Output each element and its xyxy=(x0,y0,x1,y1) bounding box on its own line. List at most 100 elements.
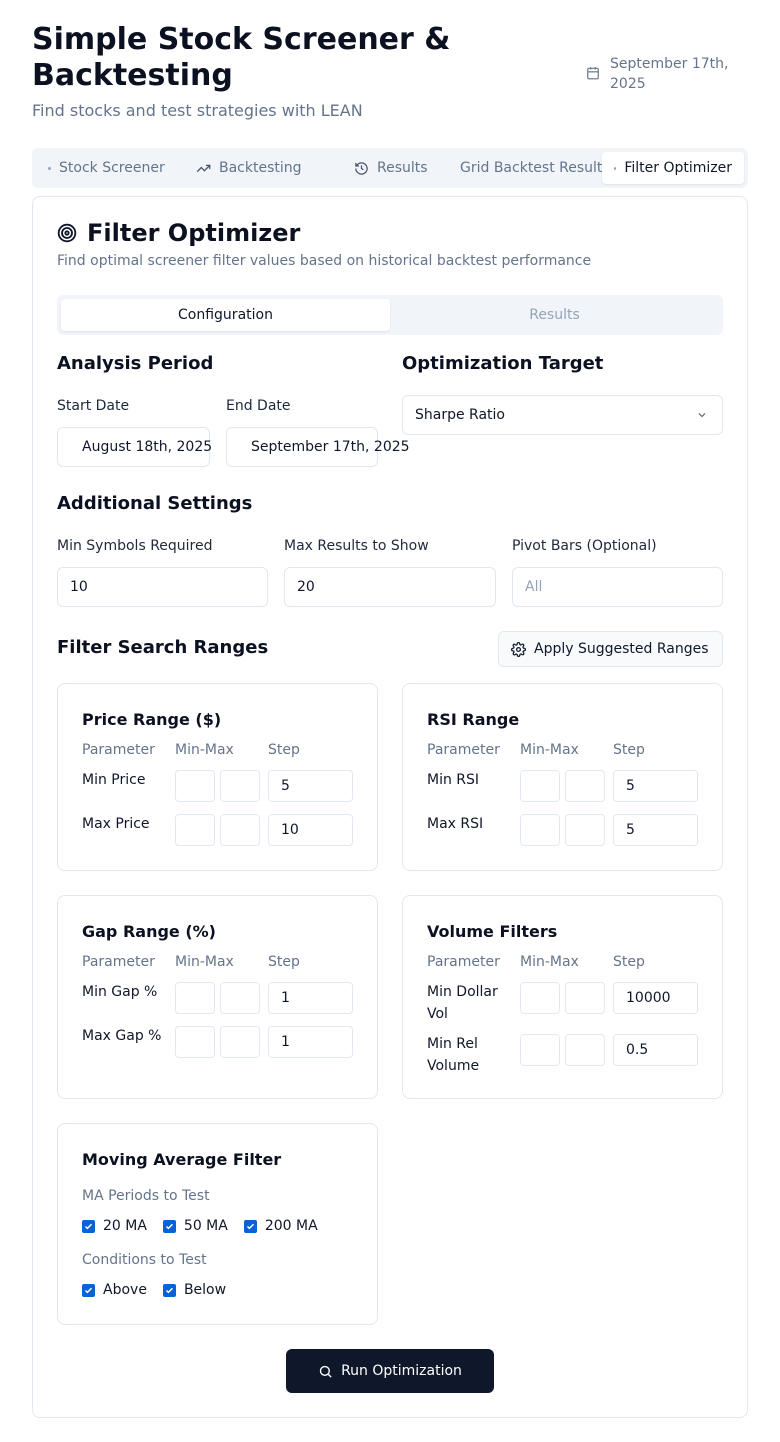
price-range-title: Price Range ($) xyxy=(82,710,222,729)
tab-filter-optimizer[interactable]: Filter Optimizer xyxy=(602,152,744,184)
min-price-step-input[interactable]: 5 xyxy=(268,770,353,802)
checkbox-label: Above xyxy=(103,1282,147,1298)
col-parameter: Parameter xyxy=(427,954,500,970)
gap-range-card: Gap Range (%) Parameter Min-Max Step Min… xyxy=(57,895,378,1099)
max-rsi-min-input[interactable] xyxy=(520,814,560,846)
min-rsi-step-input[interactable]: 5 xyxy=(613,770,698,802)
target-icon xyxy=(57,223,77,243)
ma-20-checkbox[interactable]: 20 MA xyxy=(82,1218,147,1234)
tab-results[interactable]: Results xyxy=(354,152,428,184)
dot-icon xyxy=(48,166,51,170)
col-minmax: Min-Max xyxy=(175,954,234,970)
min-rel-volume-max-input[interactable] xyxy=(565,1034,605,1066)
min-symbols-label: Min Symbols Required xyxy=(57,538,213,554)
calendar-icon xyxy=(587,67,599,80)
min-dollar-vol-min-input[interactable] xyxy=(520,982,560,1014)
conditions-group: Above Below xyxy=(82,1282,234,1298)
gap-range-title: Gap Range (%) xyxy=(82,922,216,941)
max-price-label: Max Price xyxy=(82,816,150,832)
condition-above-checkbox[interactable]: Above xyxy=(82,1282,147,1298)
moving-average-card: Moving Average Filter MA Periods to Test… xyxy=(57,1123,378,1325)
min-dollar-vol-label: Min Dollar Vol xyxy=(427,984,498,1022)
tab-stock-screener[interactable]: Stock Screener xyxy=(48,152,165,184)
select-value: Sharpe Ratio xyxy=(415,407,505,423)
pivot-bars-label: Pivot Bars (Optional) xyxy=(512,538,657,554)
header-date-text: September 17th, 2025 xyxy=(610,56,729,92)
run-optimization-button[interactable]: Run Optimization xyxy=(286,1349,494,1393)
tab-configuration[interactable]: Configuration xyxy=(61,299,390,331)
apply-suggested-ranges-label: Apply Suggested Ranges xyxy=(534,641,709,657)
ma-200-checkbox[interactable]: 200 MA xyxy=(243,1218,318,1234)
tab-results-sub[interactable]: Results xyxy=(390,299,719,331)
volume-filters-title: Volume Filters xyxy=(427,922,558,941)
ma-50-checkbox[interactable]: 50 MA xyxy=(162,1218,228,1234)
min-rel-volume-min-input[interactable] xyxy=(520,1034,560,1066)
start-date-label: Start Date xyxy=(57,398,130,414)
header-date: September 17th, 2025 xyxy=(586,54,746,94)
ma-periods-group: 20 MA 50 MA 200 MA xyxy=(82,1218,326,1234)
min-rel-volume-step-input[interactable]: 0.5 xyxy=(613,1034,698,1066)
max-gap-label: Max Gap % xyxy=(82,1028,162,1044)
col-minmax: Min-Max xyxy=(520,742,579,758)
checkbox-checked-icon xyxy=(82,1219,95,1233)
max-gap-max-input[interactable] xyxy=(220,1026,260,1058)
col-parameter: Parameter xyxy=(427,742,500,758)
min-gap-label: Min Gap % xyxy=(82,984,158,1000)
max-gap-step-input[interactable]: 1 xyxy=(268,1026,353,1058)
optimization-target-select[interactable]: Sharpe Ratio xyxy=(402,395,723,435)
min-rsi-min-input[interactable] xyxy=(520,770,560,802)
sub-tabs: Configuration Results xyxy=(57,295,723,335)
filter-optimizer-card: Filter Optimizer Find optimal screener f… xyxy=(32,196,748,1418)
min-dollar-vol-max-input[interactable] xyxy=(565,982,605,1014)
app-title: Simple Stock Screener & Backtesting xyxy=(32,22,451,93)
trending-up-icon xyxy=(196,164,211,172)
tab-backtesting[interactable]: Backtesting xyxy=(196,152,302,184)
min-price-label: Min Price xyxy=(82,772,146,788)
end-date-picker[interactable]: September 17th, 2025 xyxy=(226,427,410,467)
min-gap-step-input[interactable]: 1 xyxy=(268,982,353,1014)
col-minmax: Min-Max xyxy=(175,742,234,758)
min-rsi-max-input[interactable] xyxy=(565,770,605,802)
analysis-period-title: Analysis Period xyxy=(57,353,214,374)
tab-label: Stock Screener xyxy=(59,160,165,176)
min-gap-max-input[interactable] xyxy=(220,982,260,1014)
min-rel-volume-label: Min Rel Volume xyxy=(427,1036,480,1074)
card-title: Filter Optimizer xyxy=(87,219,301,247)
max-price-step-input[interactable]: 10 xyxy=(268,814,353,846)
min-price-max-input[interactable] xyxy=(220,770,260,802)
settings-icon xyxy=(511,641,526,657)
checkbox-label: Below xyxy=(183,1282,227,1298)
moving-average-title: Moving Average Filter xyxy=(82,1150,282,1169)
max-rsi-label: Max RSI xyxy=(427,816,484,832)
tab-label: Grid Backtest Results xyxy=(460,160,610,176)
min-gap-min-input[interactable] xyxy=(175,982,215,1014)
ma-periods-label: MA Periods to Test xyxy=(82,1188,210,1204)
pivot-bars-input[interactable]: All xyxy=(512,567,723,607)
max-price-min-input[interactable] xyxy=(175,814,215,846)
conditions-label: Conditions to Test xyxy=(82,1252,207,1268)
condition-below-checkbox[interactable]: Below xyxy=(162,1282,227,1298)
app-subtitle: Find stocks and test strategies with LEA… xyxy=(32,101,363,120)
card-description: Find optimal screener filter values base… xyxy=(57,253,592,269)
max-gap-min-input[interactable] xyxy=(175,1026,215,1058)
apply-suggested-ranges-button[interactable]: Apply Suggested Ranges xyxy=(498,631,723,667)
max-rsi-max-input[interactable] xyxy=(565,814,605,846)
min-price-min-input[interactable] xyxy=(175,770,215,802)
checkbox-checked-icon xyxy=(82,1283,95,1297)
max-results-input[interactable]: 20 xyxy=(284,567,496,607)
col-step: Step xyxy=(268,954,300,970)
checkbox-checked-icon xyxy=(162,1219,176,1233)
chevron-down-icon xyxy=(698,413,706,418)
tab-label: Backtesting xyxy=(219,160,302,176)
max-results-label: Max Results to Show xyxy=(284,538,429,554)
max-rsi-step-input[interactable]: 5 xyxy=(613,814,698,846)
dot-icon xyxy=(614,166,617,170)
max-price-max-input[interactable] xyxy=(220,814,260,846)
min-dollar-vol-step-input[interactable]: 10000 xyxy=(613,982,698,1014)
search-icon xyxy=(319,1365,332,1378)
tab-grid-backtest-results[interactable]: Grid Backtest Results xyxy=(460,152,610,184)
checkbox-label: 50 MA xyxy=(183,1218,228,1234)
col-step: Step xyxy=(268,742,300,758)
min-symbols-input[interactable]: 10 xyxy=(57,567,268,607)
start-date-picker[interactable]: August 18th, 2025 xyxy=(57,427,212,467)
